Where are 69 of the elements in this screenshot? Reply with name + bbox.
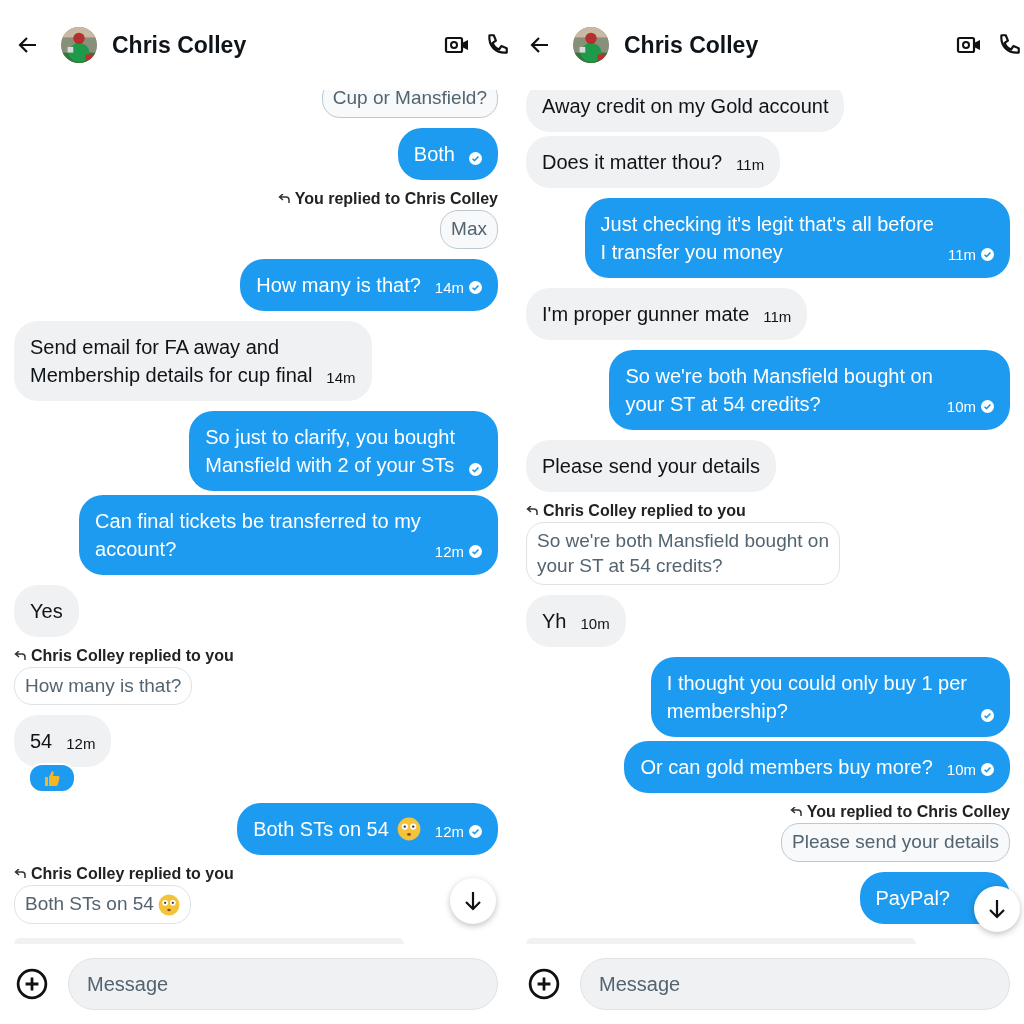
message-time: 10m [580, 615, 610, 633]
message-time: 14m [434, 278, 464, 296]
message-bubble[interactable]: 54 12m [14, 715, 112, 768]
message-time: 11m [736, 155, 765, 173]
message-text: So we're both Mansfield bought on your ST at 54 credits? [625, 363, 933, 417]
message-text: Just checking it's legit that's all before I transfer you money [600, 211, 934, 265]
scroll-down-button[interactable] [974, 886, 1020, 932]
quoted-text: Please send your details [792, 830, 999, 855]
reply-icon [14, 869, 26, 880]
contact-name[interactable]: Chris Colley [112, 31, 247, 59]
message-text: How many is that? [256, 272, 421, 298]
message-time: 12m [66, 735, 96, 753]
reply-icon [789, 807, 802, 818]
message-text: Both STs on 54 [253, 817, 389, 843]
reply-label: Chris Colley replied to you [31, 646, 234, 665]
message-text: I thought you could only buy 1 per membership? [666, 671, 967, 725]
message-text: 54 [30, 729, 53, 755]
message-text: Both [413, 141, 455, 167]
quoted-text: How many is that? [25, 673, 182, 698]
quoted-text: Both STs on 54 [25, 892, 154, 917]
message-time: 10m [946, 761, 976, 779]
message-time: 10m [946, 397, 976, 415]
message-text: Yh [542, 609, 567, 635]
message-text: PayPal? [875, 886, 950, 911]
message-text: Can final tickets be transferred to my account? [95, 508, 421, 562]
message-text: Or can gold members buy more? [640, 755, 933, 781]
message-bubble[interactable]: Yh 10m [526, 595, 626, 648]
quoted-message[interactable]: Cup or Mansfield? [321, 90, 498, 118]
message-time: 12m [434, 823, 464, 841]
reply-icon [14, 650, 26, 661]
message-text: I'm proper gunner mate [542, 301, 750, 327]
quoted-message[interactable]: So we're both Mansfield bought on your ST at 54 credits? [526, 521, 840, 586]
message-text: Yes [30, 598, 63, 624]
message-field[interactable]: Message [580, 958, 1010, 1010]
quoted-message[interactable]: How many is that? [14, 666, 193, 706]
add-icon[interactable] [528, 968, 560, 1000]
quoted-text: So we're both Mansfield bought on your ST at 54 credits? [537, 528, 829, 578]
message-time: 12m [434, 542, 464, 560]
message-bubble[interactable]: Send email for FA away and Membership details for cup final 14m [14, 320, 372, 401]
message-text: Away credit on my Gold account [542, 93, 829, 119]
scroll-down-button[interactable] [450, 878, 496, 924]
message-time: 14m [326, 368, 356, 386]
message-time: 11m [763, 307, 792, 325]
message-text: Please send your details [542, 453, 760, 479]
message-field[interactable]: Message [68, 958, 498, 1010]
message-time: 11m [947, 245, 976, 263]
quoted-text: Cup or Mansfield? [332, 90, 487, 111]
message-bubble[interactable]: I'm proper gunner mate 11m [526, 287, 808, 340]
contact-name[interactable]: Chris Colley [624, 31, 759, 59]
reply-label: Chris Colley replied to you [31, 865, 234, 884]
reaction-chip[interactable] [28, 763, 76, 794]
reply-icon [526, 505, 538, 516]
reply-label: Chris Colley replied to you [543, 501, 746, 520]
message-bubble[interactable]: Please send your details [526, 439, 776, 492]
message-text: So just to clarify, you bought Mansfield with 2 of your STs [205, 424, 455, 478]
quoted-message[interactable]: Both STs on 54 [14, 885, 191, 924]
quoted-message[interactable]: Max [440, 209, 498, 249]
quoted-text: Max [451, 216, 487, 241]
reply-icon [277, 193, 290, 204]
add-icon[interactable] [16, 968, 48, 1000]
message-text: Does it matter thou? [542, 149, 723, 175]
message-bubble[interactable]: Does it matter thou? 11m [526, 135, 781, 188]
message-bubble[interactable]: Yes [14, 584, 79, 637]
message-text: Send email for FA away and Membership details for cup final [30, 334, 313, 388]
thumbs-up-icon [42, 768, 62, 789]
quoted-message[interactable]: Please send your details [781, 823, 1010, 862]
reply-label: You replied to Chris Colley [294, 189, 498, 208]
message-bubble[interactable]: Away credit on my Gold account [526, 90, 845, 132]
reply-label: You replied to Chris Colley [806, 803, 1010, 822]
